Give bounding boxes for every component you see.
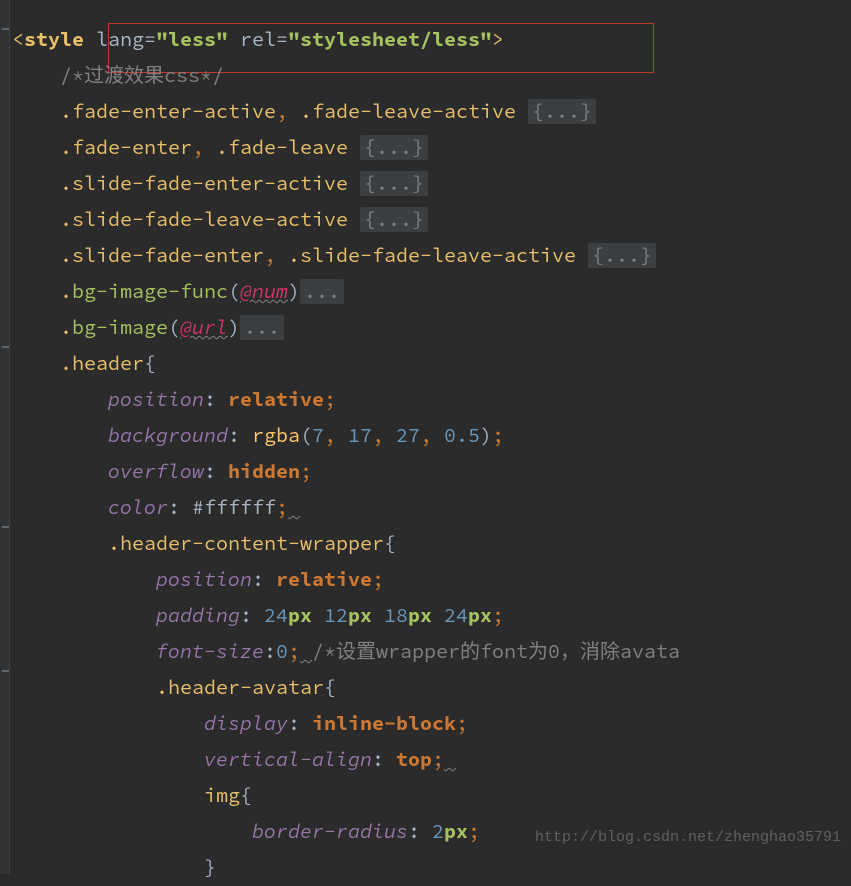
fold-marker-icon[interactable] — [2, 28, 9, 30]
fold-marker-icon[interactable] — [2, 670, 9, 672]
editor-gutter — [0, 0, 10, 874]
code-editor-content[interactable]: <style lang="less" rel="stylesheet/less"… — [12, 22, 680, 886]
code-line[interactable]: .slide-fade-enter-active {...} — [12, 166, 680, 202]
fold-marker-icon[interactable] — [2, 526, 9, 528]
code-line[interactable]: overflow: hidden; — [12, 454, 680, 490]
fold-block[interactable]: {...} — [360, 135, 428, 160]
code-line[interactable]: .slide-fade-leave-active {...} — [12, 202, 680, 238]
code-line[interactable]: .bg-image-func(@num)... — [12, 274, 680, 310]
code-line[interactable]: vertical-align: top; — [12, 742, 680, 778]
fold-block[interactable]: {...} — [528, 99, 596, 124]
code-line[interactable]: padding: 24px 12px 18px 24px; — [12, 598, 680, 634]
code-line[interactable]: .header{ — [12, 346, 680, 382]
code-line[interactable]: position: relative; — [12, 562, 680, 598]
watermark-text: http://blog.csdn.net/zhenghao35791 — [535, 820, 841, 856]
code-line[interactable]: .header-content-wrapper{ — [12, 526, 680, 562]
code-line[interactable]: .slide-fade-enter, .slide-fade-leave-act… — [12, 238, 680, 274]
code-line[interactable]: <style lang="less" rel="stylesheet/less"… — [12, 22, 680, 58]
code-line[interactable]: display: inline-block; — [12, 706, 680, 742]
code-line[interactable]: img{ — [12, 778, 680, 814]
fold-block[interactable]: ... — [240, 315, 284, 340]
code-line[interactable]: /*过渡效果css*/ — [12, 58, 680, 94]
fold-block[interactable]: {...} — [360, 207, 428, 232]
code-line[interactable]: color: #ffffff; — [12, 490, 680, 526]
code-line[interactable]: font-size:0; /*设置wrapper的font为0，消除avata — [12, 634, 680, 670]
fold-block[interactable]: {...} — [360, 171, 428, 196]
code-line[interactable]: .bg-image(@url)... — [12, 310, 680, 346]
code-line[interactable]: .fade-enter, .fade-leave {...} — [12, 130, 680, 166]
fold-block[interactable]: {...} — [588, 243, 656, 268]
code-line[interactable]: background: rgba(7, 17, 27, 0.5); — [12, 418, 680, 454]
code-line[interactable]: .header-avatar{ — [12, 670, 680, 706]
code-line[interactable]: position: relative; — [12, 382, 680, 418]
fold-marker-icon[interactable] — [2, 346, 9, 348]
code-line[interactable]: .fade-enter-active, .fade-leave-active {… — [12, 94, 680, 130]
fold-block[interactable]: ... — [300, 279, 344, 304]
